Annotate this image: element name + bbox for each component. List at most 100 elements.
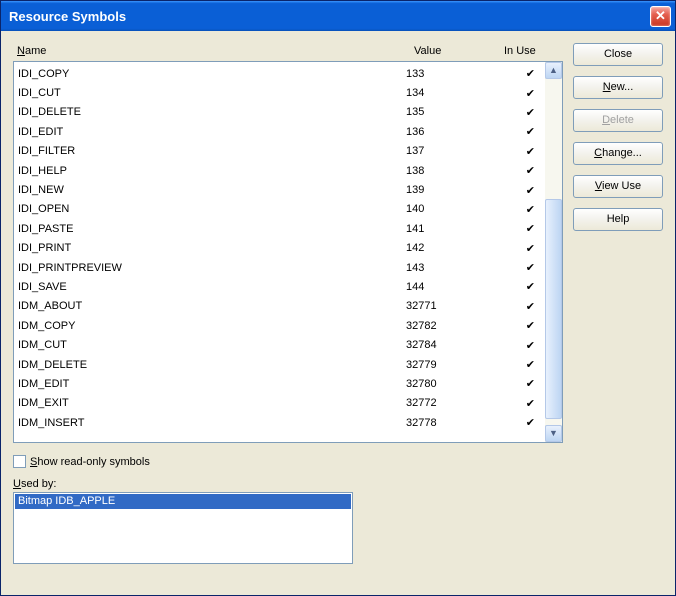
symbol-name: IDM_CUT (18, 339, 406, 351)
table-row[interactable]: IDI_PASTE141✔ (14, 219, 545, 238)
new-button[interactable]: New... (573, 76, 663, 99)
check-icon: ✔ (496, 261, 541, 274)
check-icon: ✔ (496, 358, 541, 371)
check-icon: ✔ (496, 377, 541, 390)
symbol-value: 32771 (406, 300, 496, 312)
check-icon: ✔ (496, 106, 541, 119)
check-icon: ✔ (496, 397, 541, 410)
symbol-name: IDI_NEW (18, 184, 406, 196)
symbol-name: IDI_PASTE (18, 223, 406, 235)
symbol-name: IDM_EDIT (18, 378, 406, 390)
check-icon: ✔ (496, 339, 541, 352)
table-row[interactable]: IDM_CUT32784✔ (14, 335, 545, 354)
table-row[interactable]: IDM_DELETE32779✔ (14, 355, 545, 374)
change-button[interactable]: Change... (573, 142, 663, 165)
check-icon: ✔ (496, 280, 541, 293)
scroll-down-icon[interactable]: ▼ (545, 425, 562, 442)
viewuse-button[interactable]: View Use (573, 175, 663, 198)
column-inuse: In Use (504, 45, 559, 57)
table-row[interactable]: IDI_OPEN140✔ (14, 200, 545, 219)
symbol-name: IDI_PRINT (18, 242, 406, 254)
symbol-value: 32784 (406, 339, 496, 351)
dialog-window: Resource Symbols ✕ Name Value In Use IDI… (0, 0, 676, 596)
symbol-value: 138 (406, 165, 496, 177)
readonly-checkbox-row[interactable]: Show read-only symbols (13, 455, 563, 468)
check-icon: ✔ (496, 300, 541, 313)
check-icon: ✔ (496, 87, 541, 100)
content-area: Name Value In Use IDI_COPY133✔IDI_CUT134… (1, 31, 675, 595)
delete-button: Delete (573, 109, 663, 132)
scroll-track[interactable] (545, 79, 562, 425)
symbol-value: 32779 (406, 359, 496, 371)
table-row[interactable]: IDI_SAVE144✔ (14, 277, 545, 296)
symbol-name: IDI_DELETE (18, 106, 406, 118)
list-body-wrap: IDI_COPY133✔IDI_CUT134✔IDI_DELETE135✔IDI… (13, 61, 563, 443)
symbol-value: 140 (406, 203, 496, 215)
symbol-value: 142 (406, 242, 496, 254)
close-icon[interactable]: ✕ (650, 6, 671, 27)
check-icon: ✔ (496, 416, 541, 429)
check-icon: ✔ (496, 222, 541, 235)
symbol-value: 133 (406, 68, 496, 80)
table-row[interactable]: IDI_PRINT142✔ (14, 239, 545, 258)
symbol-value: 32778 (406, 417, 496, 429)
symbol-name: IDI_OPEN (18, 203, 406, 215)
symbol-value: 32780 (406, 378, 496, 390)
symbol-list[interactable]: IDI_COPY133✔IDI_CUT134✔IDI_DELETE135✔IDI… (14, 62, 545, 442)
table-row[interactable]: IDI_NEW139✔ (14, 180, 545, 199)
column-value: Value (414, 45, 504, 57)
symbol-name: IDI_SAVE (18, 281, 406, 293)
left-column: Name Value In Use IDI_COPY133✔IDI_CUT134… (13, 43, 563, 583)
column-name: Name (17, 45, 414, 57)
table-row[interactable]: IDI_FILTER137✔ (14, 142, 545, 161)
list-header: Name Value In Use (13, 43, 563, 61)
usedby-label: Used by: (13, 478, 563, 490)
table-row[interactable]: IDI_DELETE135✔ (14, 103, 545, 122)
symbol-value: 136 (406, 126, 496, 138)
check-icon: ✔ (496, 145, 541, 158)
symbol-name: IDI_PRINTPREVIEW (18, 262, 406, 274)
symbol-value: 135 (406, 106, 496, 118)
table-row[interactable]: IDM_ABOUT32771✔ (14, 297, 545, 316)
symbol-value: 32782 (406, 320, 496, 332)
table-row[interactable]: IDI_EDIT136✔ (14, 122, 545, 141)
help-button[interactable]: Help (573, 208, 663, 231)
table-row[interactable]: IDM_EXIT32772✔ (14, 394, 545, 413)
check-icon: ✔ (496, 67, 541, 80)
symbol-value: 139 (406, 184, 496, 196)
symbol-value: 144 (406, 281, 496, 293)
symbol-name: IDI_CUT (18, 87, 406, 99)
titlebar[interactable]: Resource Symbols ✕ (1, 1, 675, 31)
usedby-item[interactable]: Bitmap IDB_APPLE (15, 494, 351, 509)
check-icon: ✔ (496, 203, 541, 216)
close-button[interactable]: Close (573, 43, 663, 66)
table-row[interactable]: IDM_COPY32782✔ (14, 316, 545, 335)
button-column: Close New... Delete Change... View Use H… (573, 43, 663, 583)
readonly-checkbox[interactable] (13, 455, 26, 468)
usedby-list[interactable]: Bitmap IDB_APPLE (13, 492, 353, 564)
symbol-name: IDM_EXIT (18, 397, 406, 409)
symbol-name: IDM_INSERT (18, 417, 406, 429)
symbol-name: IDM_COPY (18, 320, 406, 332)
symbol-name: IDI_FILTER (18, 145, 406, 157)
table-row[interactable]: IDI_HELP138✔ (14, 161, 545, 180)
symbol-value: 141 (406, 223, 496, 235)
symbol-name: IDM_DELETE (18, 359, 406, 371)
scroll-thumb[interactable] (545, 199, 562, 419)
check-icon: ✔ (496, 184, 541, 197)
symbol-list-area: Name Value In Use IDI_COPY133✔IDI_CUT134… (13, 43, 563, 443)
table-row[interactable]: IDM_EDIT32780✔ (14, 374, 545, 393)
window-title: Resource Symbols (9, 9, 650, 24)
table-row[interactable]: IDI_COPY133✔ (14, 64, 545, 83)
check-icon: ✔ (496, 242, 541, 255)
readonly-label: Show read-only symbols (30, 456, 150, 468)
symbol-name: IDI_COPY (18, 68, 406, 80)
table-row[interactable]: IDM_INSERT32778✔ (14, 413, 545, 432)
scrollbar[interactable]: ▲ ▼ (545, 62, 562, 442)
table-row[interactable]: IDI_CUT134✔ (14, 83, 545, 102)
scroll-up-icon[interactable]: ▲ (545, 62, 562, 79)
symbol-value: 143 (406, 262, 496, 274)
symbol-name: IDM_ABOUT (18, 300, 406, 312)
symbol-name: IDI_HELP (18, 165, 406, 177)
table-row[interactable]: IDI_PRINTPREVIEW143✔ (14, 258, 545, 277)
